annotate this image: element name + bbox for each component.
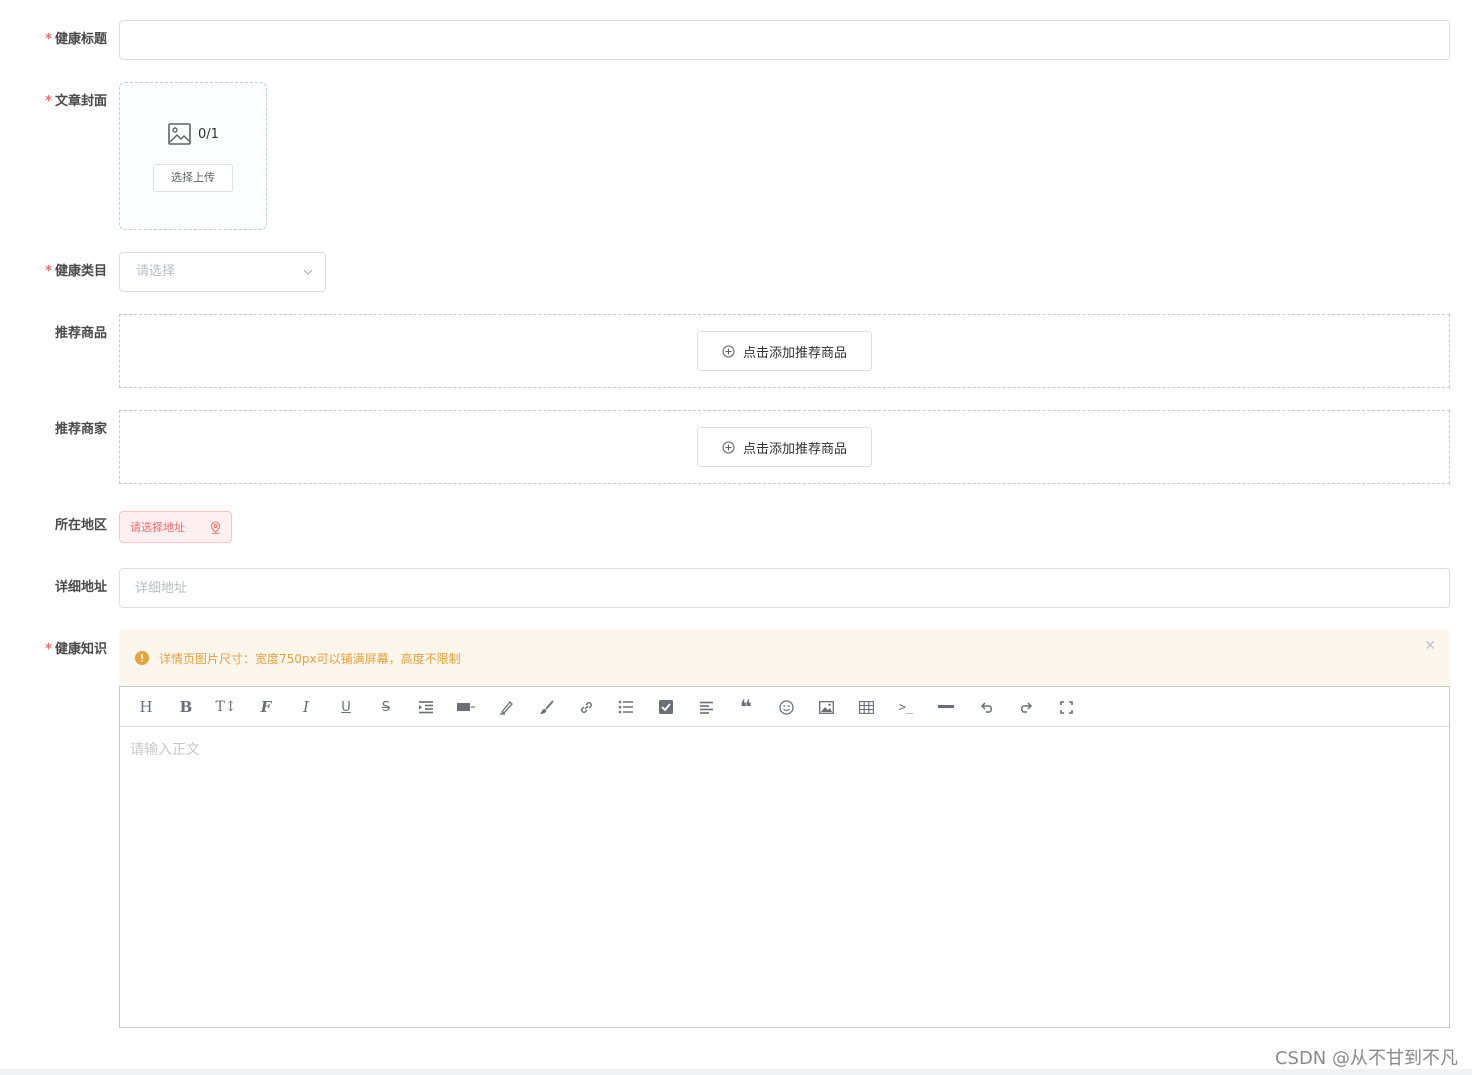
undo-icon[interactable] (975, 696, 997, 718)
title-label: * 健康标题 (45, 32, 107, 47)
image-icon (168, 123, 191, 145)
region-label: 所在地区 (54, 518, 107, 533)
indent-icon[interactable] (415, 696, 437, 718)
merchants-label: 推荐商家 (54, 422, 107, 437)
emoji-icon[interactable] (775, 696, 797, 718)
alert-text: 详情页图片尺寸：宽度750px可以铺满屏幕，高度不限制 (159, 652, 461, 666)
bottom-bar (0, 1069, 1472, 1075)
watermark: CSDN @从不甘到不凡 (1274, 1048, 1458, 1069)
bold-icon[interactable]: B (175, 696, 197, 718)
form-row-cover: * 文章封面 0/1 选择上传 (0, 82, 1472, 230)
redo-icon[interactable] (1015, 696, 1037, 718)
title-input[interactable] (119, 20, 1450, 60)
blockquote-icon[interactable]: ❝ (735, 695, 757, 719)
horizontal-rule-icon[interactable] (935, 696, 957, 718)
address-label: 详细地址 (54, 580, 107, 595)
highlight-icon[interactable] (495, 696, 517, 718)
italic-icon[interactable]: I (295, 696, 317, 718)
select-upload-button[interactable]: 选择上传 (153, 164, 233, 192)
upload-count: 0/1 (198, 127, 219, 142)
plus-circle-icon (722, 441, 735, 453)
knowledge-field: 详情页图片尺寸：宽度750px可以铺满屏幕，高度不限制 ✕ H B T↕ F I… (119, 630, 1450, 1028)
add-product-button[interactable]: 点击添加推荐商品 (697, 331, 872, 371)
form-row-region: 所在地区 请选择地址 (0, 511, 1472, 543)
editor-placeholder[interactable]: 请输入正文 (130, 739, 200, 759)
font-family-icon[interactable]: F (255, 696, 277, 718)
required-mark: * (45, 32, 52, 47)
table-icon[interactable] (855, 696, 877, 718)
category-placeholder: 请选择 (136, 264, 176, 279)
plus-circle-icon (722, 345, 735, 357)
select-address-label: 请选择地址 (130, 521, 185, 534)
knowledge-label: * 健康知识 (45, 642, 107, 657)
fullscreen-icon[interactable] (1055, 696, 1077, 718)
category-label: * 健康类目 (45, 264, 107, 279)
required-mark: * (45, 264, 52, 279)
required-mark: * (45, 642, 52, 657)
select-address-button[interactable]: 请选择地址 (119, 511, 232, 543)
location-pin-icon (210, 521, 221, 534)
add-merchant-button[interactable]: 点击添加推荐商品 (697, 427, 872, 467)
merchants-box: 点击添加推荐商品 (119, 410, 1450, 484)
form-row-category: * 健康类目 请选择 (0, 252, 1472, 292)
category-select[interactable]: 请选择 (119, 252, 326, 292)
form-row-products: 推荐商品 点击添加推荐商品 (0, 314, 1472, 388)
cover-upload[interactable]: 0/1 选择上传 (119, 82, 267, 230)
cover-label: * 文章封面 (45, 94, 107, 109)
image-icon[interactable] (815, 696, 837, 718)
unordered-list-icon[interactable] (615, 696, 637, 718)
address-input[interactable] (119, 568, 1450, 608)
underline-icon[interactable]: U (335, 696, 357, 718)
font-size-icon[interactable]: T↕ (215, 696, 237, 718)
warning-icon (135, 651, 149, 665)
code-icon[interactable]: >_ (895, 696, 917, 718)
brush-icon[interactable] (535, 696, 557, 718)
required-mark: * (45, 94, 52, 109)
add-product-label: 点击添加推荐商品 (742, 345, 847, 361)
products-box: 点击添加推荐商品 (119, 314, 1450, 388)
add-merchant-label: 点击添加推荐商品 (742, 441, 847, 457)
products-label: 推荐商品 (54, 326, 107, 341)
close-icon[interactable]: ✕ (1424, 638, 1436, 654)
form-row-merchants: 推荐商家 点击添加推荐商品 (0, 410, 1472, 484)
heading-icon[interactable]: H (135, 696, 157, 718)
link-icon[interactable] (575, 696, 597, 718)
size-alert: 详情页图片尺寸：宽度750px可以铺满屏幕，高度不限制 ✕ (119, 630, 1450, 686)
align-icon[interactable] (455, 696, 477, 718)
chevron-down-icon (303, 269, 313, 275)
checklist-icon[interactable] (655, 696, 677, 718)
rich-text-editor: H B T↕ F I U S ❝ >_ 请输入正文 (119, 686, 1450, 1028)
strikethrough-icon[interactable]: S (375, 696, 397, 718)
editor-toolbar: H B T↕ F I U S ❝ >_ (120, 687, 1449, 727)
article-form-page: * 健康标题 * 文章封面 0/1 选择上传 * 健康类目 请选择 推荐商品 点… (0, 0, 1472, 1075)
paragraph-align-icon[interactable] (695, 696, 717, 718)
